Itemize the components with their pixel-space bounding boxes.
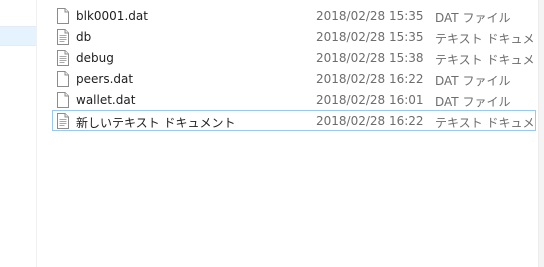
text-document-icon bbox=[57, 50, 69, 66]
file-date: 2018/02/28 15:38 bbox=[316, 51, 424, 65]
file-name: db bbox=[76, 30, 92, 44]
file-name: 新しいテキスト ドキュメント bbox=[76, 116, 236, 130]
file-row-peers[interactable]: peers.dat 2018/02/28 16:22 DAT ファイル bbox=[52, 68, 536, 89]
file-type: DAT ファイル bbox=[435, 74, 511, 88]
file-row-debug[interactable]: debug 2018/02/28 15:38 テキスト ドキュメント bbox=[52, 47, 536, 68]
file-list: blk0001.dat 2018/02/28 15:35 DAT ファイル db… bbox=[37, 0, 537, 267]
file-row-db[interactable]: db 2018/02/28 15:35 テキスト ドキュメント bbox=[52, 26, 536, 47]
partial-file-icon bbox=[56, 0, 67, 3]
file-date: 2018/02/28 15:35 bbox=[316, 9, 424, 23]
nav-pane-selected-item[interactable] bbox=[0, 26, 36, 46]
file-type: テキスト ドキュメント bbox=[435, 53, 535, 67]
file-icon bbox=[57, 71, 69, 87]
file-icon bbox=[57, 8, 69, 24]
file-date: 2018/02/28 16:01 bbox=[316, 93, 424, 107]
file-icon bbox=[57, 92, 69, 108]
file-type: テキスト ドキュメント bbox=[435, 116, 535, 130]
file-type: DAT ファイル bbox=[435, 11, 511, 25]
file-name: debug bbox=[76, 51, 114, 65]
navigation-pane bbox=[0, 0, 37, 267]
file-row-wallet[interactable]: wallet.dat 2018/02/28 16:01 DAT ファイル bbox=[52, 89, 536, 110]
file-name: peers.dat bbox=[76, 72, 134, 86]
file-type: テキスト ドキュメント bbox=[435, 32, 535, 46]
file-row-new-text-document[interactable]: 新しいテキスト ドキュメント 2018/02/28 16:22 テキスト ドキュ… bbox=[52, 110, 536, 131]
file-date: 2018/02/28 15:35 bbox=[316, 30, 424, 44]
text-document-icon bbox=[57, 29, 69, 45]
text-document-icon bbox=[57, 113, 69, 129]
file-type: DAT ファイル bbox=[435, 95, 511, 109]
file-date: 2018/02/28 16:22 bbox=[316, 114, 424, 128]
file-row-blk0001[interactable]: blk0001.dat 2018/02/28 15:35 DAT ファイル bbox=[52, 5, 536, 26]
file-name: blk0001.dat bbox=[76, 9, 148, 23]
file-date: 2018/02/28 16:22 bbox=[316, 72, 424, 86]
vertical-scrollbar[interactable] bbox=[538, 0, 544, 267]
file-name: wallet.dat bbox=[76, 93, 136, 107]
